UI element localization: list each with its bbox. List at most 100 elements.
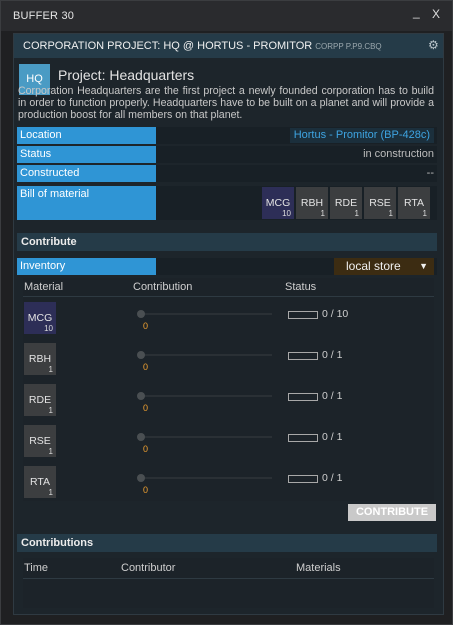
status-text: 0 / 10 xyxy=(322,308,349,320)
contribute-section-header: Contribute xyxy=(17,233,437,251)
chevron-down-icon: ▼ xyxy=(419,261,428,271)
constructed-row: Constructed -- xyxy=(17,165,437,182)
project-panel: CORPORATION PROJECT: HQ @ HORTUS - PROMI… xyxy=(13,33,444,615)
contribution-value: 0 xyxy=(143,444,149,454)
contribute-row-rde: RDE 1 0 0 / 1 xyxy=(23,384,434,424)
location-row: Location Hortus - Promitor (BP-428c) xyxy=(17,127,437,144)
material-count: 1 xyxy=(320,209,325,218)
material-ticker: RSE xyxy=(369,197,391,209)
status-text: 0 / 1 xyxy=(322,349,343,361)
material-ticker: RBH xyxy=(300,197,324,209)
material-ticker: RSE xyxy=(29,435,51,447)
contributions-title: Contributions xyxy=(21,537,94,549)
panel-header: CORPORATION PROJECT: HQ @ HORTUS - PROMI… xyxy=(14,34,443,58)
material-count: 1 xyxy=(48,365,53,374)
contribution-value: 0 xyxy=(143,362,149,372)
material-count: 1 xyxy=(354,209,359,218)
window: BUFFER 30 _ X CORPORATION PROJECT: HQ @ … xyxy=(0,0,453,625)
window-title: BUFFER 30 xyxy=(13,10,75,22)
contributions-table: Time Contributor Materials xyxy=(23,558,434,608)
slider-handle[interactable] xyxy=(137,392,145,400)
contribution-value: 0 xyxy=(143,321,149,331)
contribute-row-mcg: MCG 10 0 0 / 10 xyxy=(23,302,434,342)
slider-handle[interactable] xyxy=(137,351,145,359)
material-tile-rse[interactable]: RSE 1 xyxy=(24,425,56,457)
inventory-row: Inventory local store ▼ xyxy=(17,258,437,275)
col-time: Time xyxy=(24,562,49,574)
minimize-button[interactable]: _ xyxy=(413,5,420,19)
material-ticker: MCG xyxy=(265,197,291,209)
status-label: Status xyxy=(17,146,156,163)
slider-handle[interactable] xyxy=(137,310,145,318)
contribute-button[interactable]: CONTRIBUTE xyxy=(348,504,436,521)
status-value: in construction xyxy=(363,148,434,160)
progress-bar xyxy=(288,434,318,442)
divider xyxy=(23,578,434,579)
material-ticker: RDE xyxy=(28,394,52,406)
inventory-label: Inventory xyxy=(17,258,156,275)
location-link[interactable]: Hortus - Promitor (BP-428c) xyxy=(289,128,434,143)
project-description: Corporation Headquarters are the first p… xyxy=(18,85,434,121)
status-row: Status in construction xyxy=(17,146,437,163)
material-tile-mcg[interactable]: MCG 10 xyxy=(24,302,56,334)
constructed-value: -- xyxy=(426,167,434,179)
status-text: 0 / 1 xyxy=(322,390,343,402)
col-material: Material xyxy=(24,281,64,293)
material-ticker: MCG xyxy=(27,312,53,324)
progress-bar xyxy=(288,311,318,319)
material-count: 10 xyxy=(282,209,291,218)
col-contribution: Contribution xyxy=(133,281,193,293)
project-title: Project: Headquarters xyxy=(58,67,195,83)
col-status: Status xyxy=(285,281,317,293)
material-count: 10 xyxy=(44,324,53,333)
contribution-slider[interactable] xyxy=(137,310,272,318)
material-count: 1 xyxy=(388,209,393,218)
contributions-section-header: Contributions xyxy=(17,534,437,552)
material-count: 1 xyxy=(48,447,53,456)
material-tile-rbh[interactable]: RBH 1 xyxy=(24,343,56,375)
gear-icon[interactable]: ⚙ xyxy=(428,38,439,52)
material-tile-rde[interactable]: RDE 1 xyxy=(24,384,56,416)
bom-label: Bill of material xyxy=(17,186,156,220)
material-ticker: RTA xyxy=(29,476,51,488)
material-tile-rta[interactable]: RTA 1 xyxy=(24,466,56,498)
material-ticker: RDE xyxy=(334,197,358,209)
col-materials: Materials xyxy=(296,562,341,574)
title-bar[interactable]: BUFFER 30 _ X xyxy=(1,1,452,31)
panel-title-text: CORPORATION PROJECT: HQ @ HORTUS - PROMI… xyxy=(23,40,313,52)
close-button[interactable]: X xyxy=(432,7,440,21)
progress-bar xyxy=(288,352,318,360)
contribution-slider[interactable] xyxy=(137,392,272,400)
panel-id: CORPP P.P9.CBQ xyxy=(315,42,382,51)
material-ticker: RBH xyxy=(28,353,52,365)
status-text: 0 / 1 xyxy=(322,431,343,443)
material-count: 1 xyxy=(48,488,53,497)
constructed-label: Constructed xyxy=(17,165,156,182)
material-ticker: RTA xyxy=(403,197,425,209)
contribute-title: Contribute xyxy=(21,236,77,248)
slider-handle[interactable] xyxy=(137,433,145,441)
contribution-value: 0 xyxy=(143,485,149,495)
bill-of-material-row: Bill of material MCG 10 RBH 1 RDE 1 RSE … xyxy=(17,186,437,220)
inventory-select[interactable]: local store ▼ xyxy=(334,258,434,275)
progress-bar xyxy=(288,393,318,401)
contribution-slider[interactable] xyxy=(137,474,272,482)
inventory-select-value: local store xyxy=(346,259,401,273)
slider-handle[interactable] xyxy=(137,474,145,482)
material-tile-rde[interactable]: RDE 1 xyxy=(330,187,362,219)
material-count: 1 xyxy=(48,406,53,415)
location-label: Location xyxy=(17,127,156,144)
material-tile-rta[interactable]: RTA 1 xyxy=(398,187,430,219)
contribution-value: 0 xyxy=(143,403,149,413)
material-count: 1 xyxy=(422,209,427,218)
divider xyxy=(23,296,434,297)
contribute-row-rbh: RBH 1 0 0 / 1 xyxy=(23,343,434,383)
material-tile-rse[interactable]: RSE 1 xyxy=(364,187,396,219)
material-tile-rbh[interactable]: RBH 1 xyxy=(296,187,328,219)
contribution-slider[interactable] xyxy=(137,433,272,441)
contribution-slider[interactable] xyxy=(137,351,272,359)
status-text: 0 / 1 xyxy=(322,472,343,484)
progress-bar xyxy=(288,475,318,483)
col-contributor: Contributor xyxy=(121,562,176,574)
material-tile-mcg[interactable]: MCG 10 xyxy=(262,187,294,219)
